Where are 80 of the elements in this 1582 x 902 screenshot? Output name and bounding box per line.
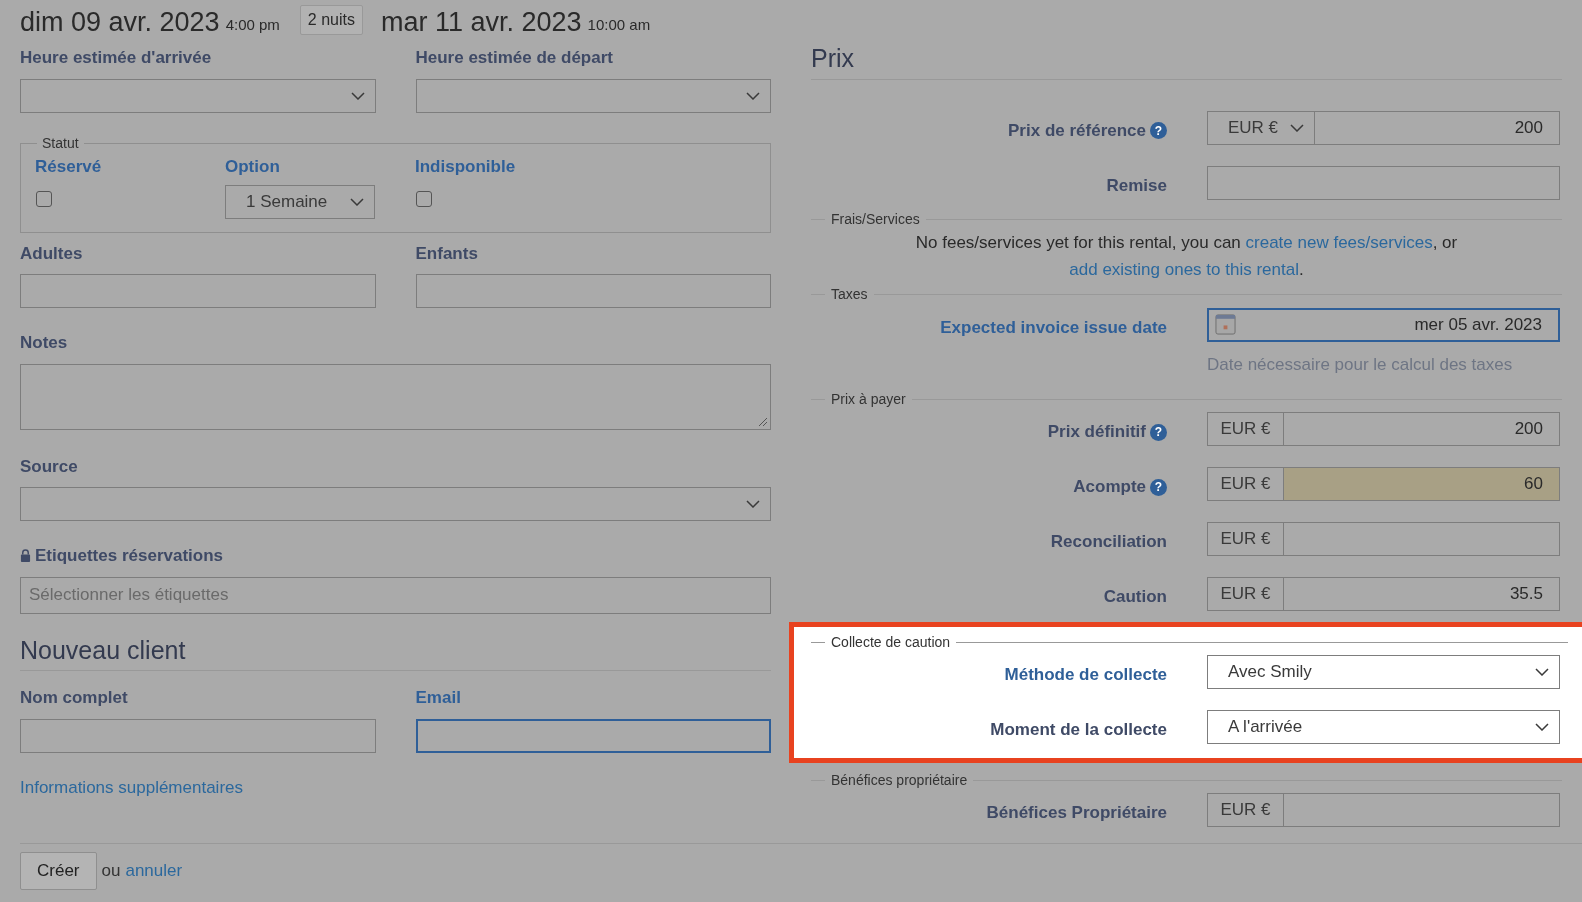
field-label: Option — [225, 155, 281, 178]
field-label: Expected invoice issue date — [940, 316, 1167, 339]
chevron-down-icon — [1290, 123, 1304, 132]
help-icon[interactable]: ? — [1150, 122, 1167, 139]
help-icon[interactable]: ? — [1150, 423, 1167, 441]
field-label: Remise — [1106, 174, 1167, 197]
help-icon[interactable]: ? — [1150, 478, 1167, 496]
arrival-date: dim 09 avr. 2023 — [20, 9, 220, 36]
section-title: Nouveau client — [20, 635, 186, 664]
field-label: Notes — [20, 332, 69, 354]
checkbox[interactable] — [416, 191, 432, 207]
field-label: Bénéfices Propriétaire — [986, 802, 1167, 825]
or-text: ou — [101, 860, 121, 883]
currency-addon: EUR € — [1207, 467, 1284, 501]
group-legend: Statut — [37, 132, 84, 154]
field-label: Source — [20, 455, 79, 478]
group-legend: Collecte de caution — [825, 631, 957, 653]
select-field[interactable]: Avec Smily — [1207, 655, 1560, 689]
input-field[interactable] — [20, 718, 376, 753]
checkbox[interactable] — [36, 191, 52, 207]
time-select[interactable] — [415, 78, 771, 113]
field-label: Heure estimée d'arrivée — [20, 47, 213, 69]
input-field[interactable] — [415, 718, 771, 753]
chevron-down-icon — [1535, 723, 1549, 731]
hint-text: Date nécessaire pour le calcul des taxes — [1207, 353, 1514, 376]
field-label: Méthode de collecte — [1004, 664, 1167, 687]
group-legend: Frais/Services — [825, 209, 926, 230]
field-label: Réservé — [35, 155, 103, 178]
chevron-down-icon — [1535, 668, 1549, 676]
departure-date: mar 11 avr. 2023 — [381, 9, 582, 36]
input-field[interactable] — [1207, 165, 1560, 200]
field-label: Prix définitif — [1047, 421, 1146, 444]
select-field[interactable]: A l'arrivée — [1207, 710, 1560, 744]
amount-field[interactable]: 60 — [1284, 467, 1560, 501]
field-label: Moment de la collecte — [990, 719, 1167, 742]
chevron-down-icon — [746, 91, 760, 100]
calendar-icon — [1215, 314, 1236, 335]
nights-badge: 2 nuits — [299, 5, 363, 35]
field-label: Nom complet — [20, 687, 129, 709]
amount-field[interactable] — [1284, 522, 1560, 556]
field-label: Acompte — [1073, 476, 1146, 499]
field-label: Email — [415, 687, 462, 709]
arrival-time: 4:00 pm — [225, 14, 280, 35]
field-label: Reconciliation — [1050, 531, 1167, 554]
amount-field[interactable]: 35.5 — [1284, 577, 1560, 611]
chevron-down-icon — [746, 500, 760, 508]
currency-addon: EUR € — [1207, 412, 1284, 446]
notes-field[interactable] — [20, 363, 771, 430]
time-select[interactable] — [20, 78, 376, 113]
currency-addon: EUR € — [1207, 577, 1284, 611]
currency-addon: EUR € — [1207, 522, 1284, 556]
info-text: No fees/services yet for this rental, you can create new fees/services, or add existing ones to this rental. — [914, 231, 1459, 281]
section-title: Prix — [811, 44, 855, 72]
field-label: Indisponible — [415, 155, 517, 178]
field-label: Caution — [1103, 586, 1167, 609]
currency-addon: EUR € — [1207, 793, 1284, 827]
currency-select[interactable]: EUR € — [1207, 110, 1315, 145]
option-select[interactable]: 1 Semaine — [225, 185, 375, 219]
field-label: Enfants — [415, 242, 479, 265]
create-button[interactable]: Créer — [20, 852, 97, 890]
amount-field[interactable]: 200 — [1315, 110, 1560, 145]
chevron-down-icon — [350, 91, 365, 100]
departure-time: 10:00 am — [587, 14, 651, 35]
chevron-down-icon — [350, 198, 364, 206]
group-legend: Prix à payer — [825, 388, 912, 410]
lock-icon — [20, 549, 31, 563]
field-label: Prix de référence — [1008, 119, 1146, 142]
field-label: Heure estimée de départ — [415, 47, 614, 69]
group-legend: Taxes — [825, 284, 874, 305]
source-select[interactable] — [20, 487, 771, 521]
amount-field[interactable]: 200 — [1284, 412, 1560, 446]
tags-field[interactable]: Sélectionner les étiquettes — [20, 576, 771, 614]
date-field[interactable]: mer 05 avr. 2023 — [1207, 307, 1560, 342]
field-label: Etiquettes réservations — [35, 545, 223, 567]
field-label: Adultes — [20, 242, 84, 265]
amount-field[interactable] — [1284, 793, 1560, 827]
resize-grip-icon — [758, 416, 768, 427]
input-field[interactable] — [415, 274, 771, 308]
group-legend: Bénéfices propriétaire — [825, 769, 974, 791]
input-field[interactable] — [20, 274, 376, 308]
